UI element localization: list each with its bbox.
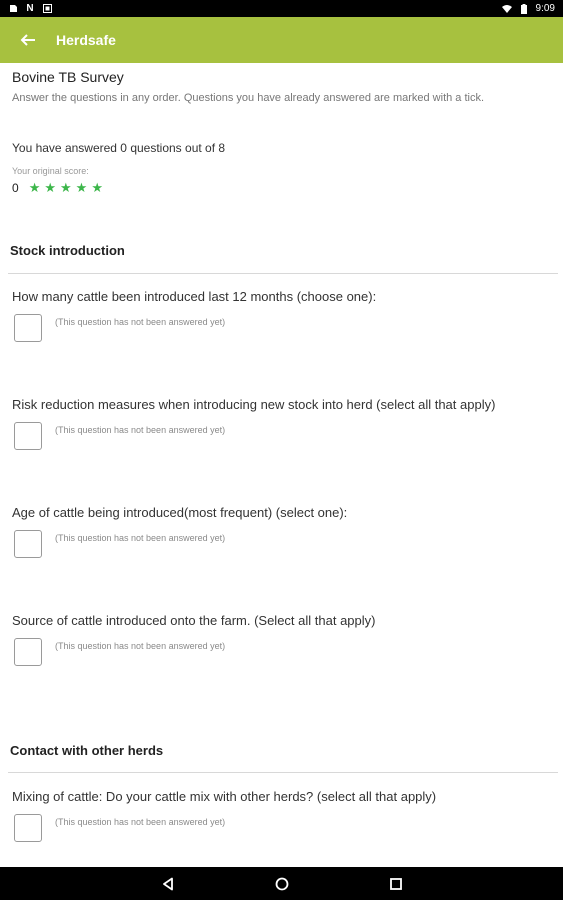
question-status: (This question has not been answered yet… bbox=[55, 641, 226, 651]
question-text: Mixing of cattle: Do your cattle mix wit… bbox=[12, 789, 437, 804]
question-text: Risk reduction measures when introducing… bbox=[12, 397, 496, 412]
question-status: (This question has not been answered yet… bbox=[55, 817, 226, 827]
survey-content[interactable]: Bovine TB Survey Answer the questions in… bbox=[0, 63, 563, 867]
question-item: Age of cattle being introduced(most freq… bbox=[12, 505, 552, 558]
app-title: Herdsafe bbox=[56, 32, 116, 48]
section-title-contact-other-herds: Contact with other herds bbox=[10, 743, 164, 758]
star-icon: ★ bbox=[75, 180, 88, 195]
notification-icon bbox=[8, 4, 18, 14]
question-item: How many cattle been introduced last 12 … bbox=[12, 289, 552, 342]
question-checkbox[interactable] bbox=[14, 422, 42, 450]
section-title-stock-introduction: Stock introduction bbox=[10, 243, 125, 258]
question-answer: (This question has not been answered yet… bbox=[14, 530, 552, 558]
question-item: Risk reduction measures when introducing… bbox=[12, 397, 552, 450]
survey-description: Answer the questions in any order. Quest… bbox=[12, 92, 485, 104]
arrow-left-icon[interactable] bbox=[16, 28, 40, 52]
wifi-icon bbox=[501, 4, 512, 14]
home-circle-icon[interactable] bbox=[270, 872, 294, 896]
question-item: Source of cattle introduced onto the far… bbox=[12, 613, 552, 666]
status-time: 9:09 bbox=[535, 3, 555, 14]
question-checkbox[interactable] bbox=[14, 814, 42, 842]
question-status: (This question has not been answered yet… bbox=[55, 317, 226, 327]
star-icon: ★ bbox=[44, 180, 56, 195]
status-bar: N 9:09 bbox=[0, 0, 563, 17]
question-answer: (This question has not been answered yet… bbox=[14, 422, 552, 450]
photo-icon bbox=[42, 4, 52, 14]
system-nav-bar bbox=[0, 867, 563, 900]
question-answer: (This question has not been answered yet… bbox=[14, 638, 552, 666]
question-status: (This question has not been answered yet… bbox=[55, 425, 226, 435]
answered-count: You have answered 0 questions out of 8 bbox=[12, 141, 226, 155]
question-checkbox[interactable] bbox=[14, 530, 42, 558]
question-text: Age of cattle being introduced(most freq… bbox=[12, 505, 348, 520]
score-value: 0 bbox=[12, 181, 19, 195]
question-text: Source of cattle introduced onto the far… bbox=[12, 613, 376, 628]
question-answer: (This question has not been answered yet… bbox=[14, 314, 552, 342]
app-bar: Herdsafe bbox=[0, 17, 563, 63]
score-row: 0 ★ ★ ★ ★ ★ bbox=[12, 180, 103, 196]
question-checkbox[interactable] bbox=[14, 314, 42, 342]
question-status: (This question has not been answered yet… bbox=[55, 533, 226, 543]
recents-square-icon[interactable] bbox=[384, 872, 408, 896]
survey-title: Bovine TB Survey bbox=[12, 69, 124, 85]
star-icon: ★ bbox=[91, 180, 103, 195]
section-divider bbox=[8, 273, 558, 274]
section-divider bbox=[8, 772, 558, 773]
star-icon: ★ bbox=[28, 180, 41, 195]
status-left-icons: N bbox=[8, 3, 52, 14]
star-icon: ★ bbox=[60, 180, 72, 195]
question-answer: (This question has not been answered yet… bbox=[14, 814, 552, 842]
question-checkbox[interactable] bbox=[14, 638, 42, 666]
question-text: How many cattle been introduced last 12 … bbox=[12, 289, 377, 304]
n-icon: N bbox=[26, 3, 34, 14]
question-item: Mixing of cattle: Do your cattle mix wit… bbox=[12, 789, 552, 842]
back-triangle-icon[interactable] bbox=[156, 872, 180, 896]
status-right-icons: 9:09 bbox=[501, 3, 555, 14]
score-label: Your original score: bbox=[12, 166, 89, 176]
battery-icon bbox=[519, 3, 529, 14]
